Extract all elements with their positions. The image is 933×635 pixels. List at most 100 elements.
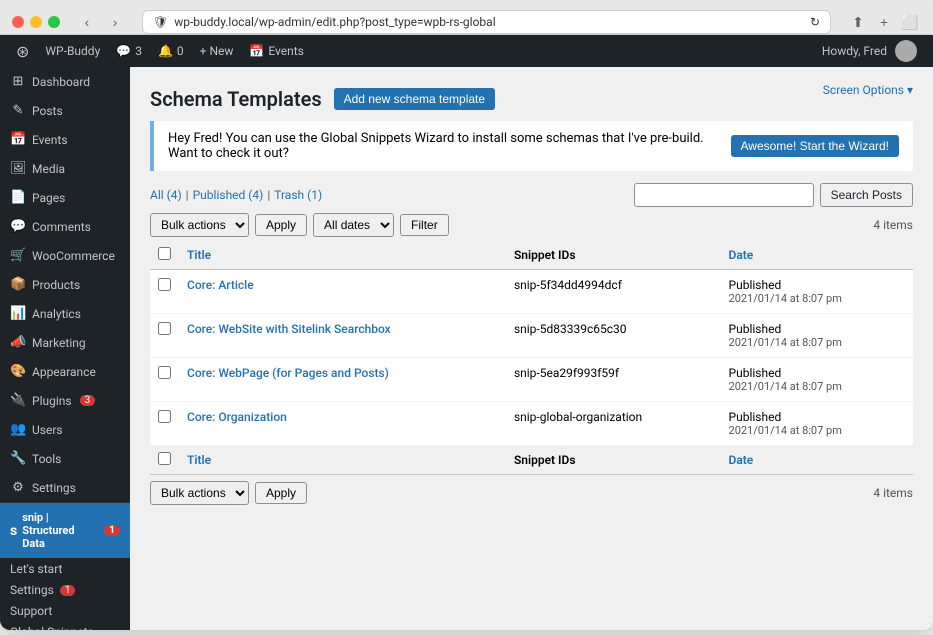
- pages-icon: 📄: [10, 190, 26, 205]
- filter-button[interactable]: Filter: [400, 214, 449, 236]
- col-title-bottom: Title: [179, 446, 506, 475]
- row-checkbox-0[interactable]: [158, 278, 171, 291]
- new-content-item[interactable]: + New: [192, 35, 242, 67]
- address-bar[interactable]: 🛡 wp-buddy.local/wp-admin/edit.php?post_…: [142, 10, 831, 34]
- plugins-badge: 3: [80, 395, 96, 406]
- items-count-bottom: 4 items: [873, 486, 913, 500]
- products-icon: 📦: [10, 277, 26, 292]
- apply-button-bottom[interactable]: Apply: [255, 482, 307, 504]
- sidebar-label-settings: Settings: [32, 481, 76, 495]
- items-count-top: 4 items: [873, 218, 913, 232]
- sidebar-item-comments[interactable]: 💬 Comments: [0, 212, 130, 241]
- table-row: Core: WebSite with Sitelink Searchbox sn…: [150, 314, 913, 358]
- date-sort-link-bottom[interactable]: Date: [729, 453, 754, 467]
- sidebar-item-woocommerce[interactable]: 🛒 WooCommerce: [0, 241, 130, 270]
- bulk-actions-select-bottom[interactable]: Bulk actions: [150, 481, 249, 505]
- row-snippet-id-3: snip-global-organization: [506, 402, 721, 446]
- sidebar-label-events: Events: [32, 133, 68, 147]
- wizard-button[interactable]: Awesome! Start the Wizard!: [731, 135, 900, 157]
- schema-table: Title Snippet IDs Date Core: Article sni…: [150, 241, 913, 475]
- select-all-checkbox[interactable]: [158, 247, 171, 260]
- share-button[interactable]: ⬆: [847, 11, 869, 33]
- row-checkbox-1[interactable]: [158, 322, 171, 335]
- sidebar-item-marketing[interactable]: 📣 Marketing: [0, 328, 130, 357]
- title-sort-link-bottom[interactable]: Title: [187, 453, 211, 467]
- forward-button[interactable]: ›: [104, 11, 126, 33]
- sidebar-item-appearance[interactable]: 🎨 Appearance: [0, 357, 130, 386]
- site-name-item[interactable]: WP-Buddy: [37, 35, 108, 67]
- search-input[interactable]: [634, 183, 814, 207]
- new-tab-button[interactable]: +: [873, 11, 895, 33]
- sidebar-item-media[interactable]: 🖼 Media: [0, 154, 130, 183]
- sidebar-item-analytics[interactable]: 📊 Analytics: [0, 299, 130, 328]
- sidebar-item-dashboard[interactable]: ⊞ Dashboard: [0, 67, 130, 96]
- date-filter-select[interactable]: All dates: [313, 213, 394, 237]
- filter-published[interactable]: Published (4): [193, 188, 264, 202]
- woocommerce-icon: 🛒: [10, 248, 26, 263]
- sidebar-item-plugins[interactable]: 🔌 Plugins 3: [0, 386, 130, 415]
- comments-icon: 💬: [10, 219, 26, 234]
- comments-item[interactable]: 💬 3: [108, 35, 150, 67]
- notifications-count: 0: [177, 44, 184, 58]
- snip-lets-start[interactable]: Let's start: [0, 558, 130, 579]
- bulk-actions-bar-top: Bulk actions Apply All dates Filter 4 it…: [150, 213, 913, 237]
- sidebar-label-plugins: Plugins: [32, 394, 72, 408]
- snip-badge: 1: [104, 525, 120, 536]
- new-content-label: + New: [200, 44, 234, 58]
- user-greeting[interactable]: Howdy, Fred: [814, 40, 925, 62]
- sidebar-item-settings[interactable]: ⚙ Settings: [0, 473, 130, 502]
- dashboard-icon: ⊞: [10, 74, 26, 89]
- row-title-1[interactable]: Core: WebSite with Sitelink Searchbox: [187, 322, 391, 336]
- snip-main-item[interactable]: s snip | Structured Data 1: [0, 503, 130, 558]
- filter-trash[interactable]: Trash (1): [274, 188, 322, 202]
- sidebar-item-events[interactable]: 📅 Events: [0, 125, 130, 154]
- date-sort-link[interactable]: Date: [729, 248, 754, 262]
- admin-bar: ⊛ WP-Buddy 💬 3 🔔 0 + New 📅 Events: [0, 35, 933, 67]
- snip-settings[interactable]: Settings 1: [0, 579, 130, 600]
- sidebar-item-posts[interactable]: ✎ Posts: [0, 96, 130, 125]
- sidebar-item-products[interactable]: 📦 Products: [0, 270, 130, 299]
- traffic-light-yellow[interactable]: [30, 16, 42, 28]
- notifications-item[interactable]: 🔔 0: [150, 35, 192, 67]
- add-new-schema-button[interactable]: Add new schema template: [334, 88, 495, 110]
- row-checkbox-3[interactable]: [158, 410, 171, 423]
- events-item[interactable]: 📅 Events: [241, 35, 311, 67]
- screen-options-toggle[interactable]: Screen Options ▾: [823, 83, 913, 97]
- wp-logo[interactable]: ⊛: [8, 35, 37, 67]
- sidebar-item-users[interactable]: 👥 Users: [0, 415, 130, 444]
- sidebar-label-media: Media: [32, 162, 65, 176]
- back-button[interactable]: ‹: [76, 11, 98, 33]
- search-posts-button[interactable]: Search Posts: [820, 183, 913, 207]
- notification-icon: 🔔: [158, 44, 173, 58]
- snip-settings-badge: 1: [60, 585, 76, 596]
- apply-button-top[interactable]: Apply: [255, 214, 307, 236]
- table-row: Core: Organization snip-global-organizat…: [150, 402, 913, 446]
- row-checkbox-2[interactable]: [158, 366, 171, 379]
- col-title: Title: [179, 241, 506, 270]
- calendar-icon: 📅: [249, 44, 264, 58]
- more-button[interactable]: ⬜: [899, 11, 921, 33]
- select-all-checkbox-bottom[interactable]: [158, 452, 171, 465]
- snip-support[interactable]: Support: [0, 600, 130, 621]
- traffic-light-green[interactable]: [48, 16, 60, 28]
- bulk-actions-select-top[interactable]: Bulk actions: [150, 213, 249, 237]
- traffic-light-red[interactable]: [12, 16, 24, 28]
- users-icon: 👥: [10, 422, 26, 437]
- comments-count: 3: [135, 44, 142, 58]
- row-title-2[interactable]: Core: WebPage (for Pages and Posts): [187, 366, 389, 380]
- events-label: Events: [268, 44, 304, 58]
- row-date-0: Published 2021/01/14 at 8:07 pm: [721, 270, 913, 314]
- row-date-3: Published 2021/01/14 at 8:07 pm: [721, 402, 913, 446]
- row-title-0[interactable]: Core: Article: [187, 278, 254, 292]
- col-date-bottom: Date: [721, 446, 913, 475]
- snip-global-wizard[interactable]: Global Snippets Wizard: [0, 621, 130, 630]
- lets-start-label: Let's start: [10, 562, 62, 576]
- sidebar-item-tools[interactable]: 🔧 Tools: [0, 444, 130, 473]
- sidebar-item-pages[interactable]: 📄 Pages: [0, 183, 130, 212]
- analytics-icon: 📊: [10, 306, 26, 321]
- row-title-3[interactable]: Core: Organization: [187, 410, 287, 424]
- main-content-area: Screen Options ▾ Schema Templates Add ne…: [130, 67, 933, 630]
- media-icon: 🖼: [10, 161, 26, 176]
- filter-all[interactable]: All (4): [150, 188, 182, 202]
- title-sort-link[interactable]: Title: [187, 248, 211, 262]
